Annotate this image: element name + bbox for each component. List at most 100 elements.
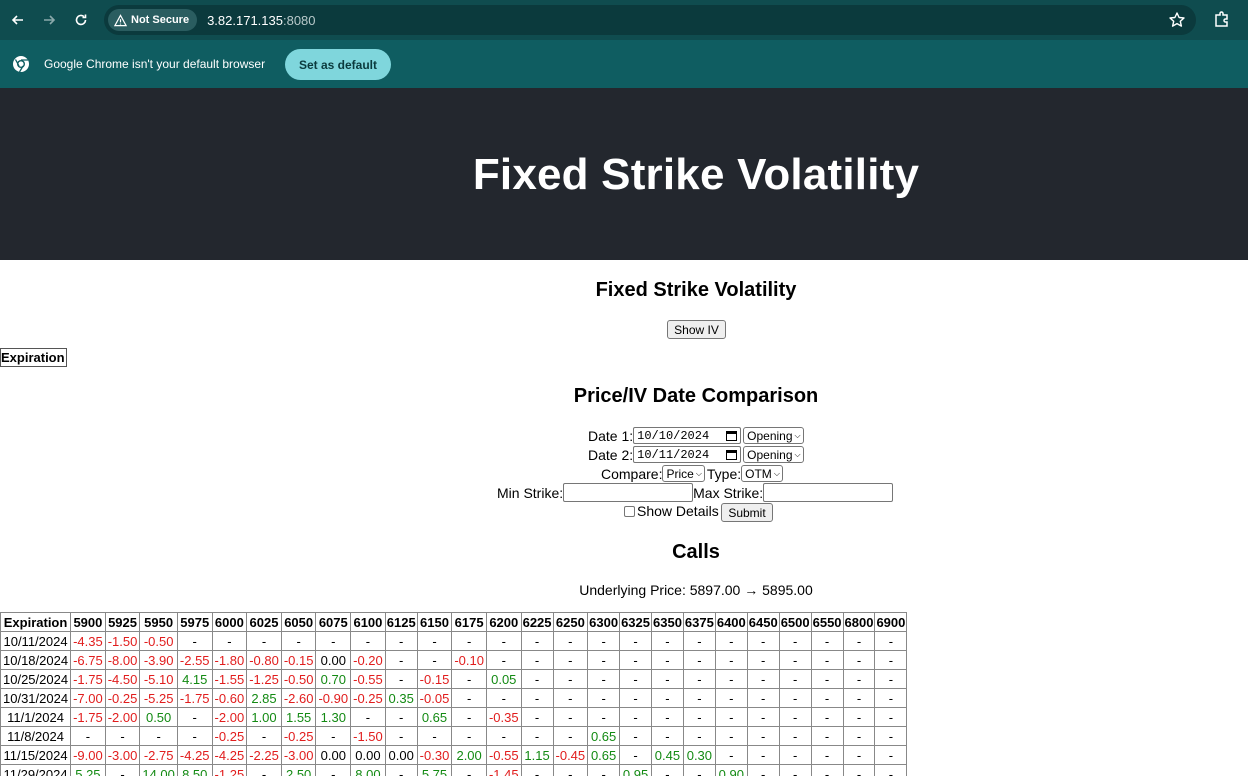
value-cell: - bbox=[552, 688, 589, 708]
column-header-strike[interactable]: 6450 bbox=[746, 612, 780, 632]
value-cell: - bbox=[682, 631, 716, 651]
column-header-strike[interactable]: 6300 bbox=[587, 612, 621, 632]
value-cell: 0.65 bbox=[416, 707, 453, 727]
value-cell: - bbox=[451, 764, 487, 776]
address-bar[interactable]: Not Secure 3.82.171.135:8080 bbox=[104, 5, 1196, 35]
show-iv-button[interactable]: Show IV bbox=[667, 320, 726, 339]
column-header-strike[interactable]: 6250 bbox=[552, 612, 589, 632]
column-header-strike[interactable]: 6100 bbox=[350, 612, 386, 632]
forward-icon[interactable] bbox=[38, 9, 60, 31]
column-header-strike[interactable]: 6025 bbox=[246, 612, 282, 632]
value-cell: - bbox=[842, 764, 876, 776]
column-header-strike[interactable]: 6150 bbox=[416, 612, 453, 632]
date1-session-select[interactable]: Opening ⌵ bbox=[743, 427, 804, 444]
value-cell: - bbox=[520, 650, 554, 670]
column-header-strike[interactable]: 5950 bbox=[139, 612, 178, 632]
value-cell: - bbox=[810, 669, 844, 689]
value-cell: -0.50 bbox=[139, 631, 178, 651]
value-cell: - bbox=[778, 688, 812, 708]
value-cell: - bbox=[778, 726, 812, 746]
value-cell: - bbox=[714, 745, 748, 765]
column-header-strike[interactable]: 6325 bbox=[619, 612, 652, 632]
value-cell: 14.00 bbox=[139, 764, 178, 776]
value-cell: - bbox=[682, 669, 716, 689]
value-cell: - bbox=[874, 669, 908, 689]
value-cell: - bbox=[874, 707, 908, 727]
column-header-strike[interactable]: 6075 bbox=[315, 612, 352, 632]
column-header-strike[interactable]: 6125 bbox=[384, 612, 418, 632]
max-strike-input[interactable] bbox=[763, 483, 894, 502]
bookmark-star-icon[interactable] bbox=[1168, 11, 1186, 29]
value-cell: - bbox=[416, 631, 453, 651]
value-cell: - bbox=[746, 650, 780, 670]
value-cell: - bbox=[714, 650, 748, 670]
submit-button[interactable]: Submit bbox=[721, 503, 773, 522]
min-strike-input[interactable] bbox=[563, 483, 694, 502]
value-cell: - bbox=[842, 650, 876, 670]
reload-icon[interactable] bbox=[70, 9, 92, 31]
expiration-header[interactable]: Expiration bbox=[0, 348, 67, 367]
value-cell: - bbox=[416, 726, 453, 746]
compare-row: Compare: Price ⌵ Type: OTM ⌵ bbox=[601, 465, 783, 482]
value-cell: - bbox=[651, 669, 684, 689]
value-cell: - bbox=[619, 650, 652, 670]
column-header-strike[interactable]: 6175 bbox=[451, 612, 487, 632]
type-label: Type: bbox=[706, 465, 742, 482]
calls-table: Expiration 5900 5925 5950 5975 6000 6025 6050 60… bbox=[0, 612, 908, 776]
date1-input[interactable]: 10/10/2024 bbox=[633, 427, 742, 444]
column-header-strike[interactable]: 6000 bbox=[211, 612, 248, 632]
column-header-strike[interactable]: 6225 bbox=[520, 612, 554, 632]
expiration-cell: 10/11/2024 bbox=[0, 631, 72, 651]
column-header-strike[interactable]: 6900 bbox=[874, 612, 908, 632]
set-as-default-button[interactable]: Set as default bbox=[285, 49, 391, 80]
table-row: 11/8/2024- - - - -0.25- -0.25- -1.50- - - - - -0.65… bbox=[0, 726, 908, 746]
column-header-expiration[interactable]: Expiration bbox=[0, 612, 72, 632]
section-title: Fixed Strike Volatility bbox=[595, 279, 797, 301]
column-header-strike[interactable]: 5975 bbox=[176, 612, 213, 632]
value-cell: -0.50 bbox=[280, 669, 317, 689]
value-cell: 1.15 bbox=[520, 745, 554, 765]
value-cell: - bbox=[874, 631, 908, 651]
warning-icon bbox=[114, 13, 127, 26]
value-cell: - bbox=[246, 726, 282, 746]
compare-select[interactable]: Price ⌵ bbox=[662, 465, 705, 482]
column-header-strike[interactable]: 6550 bbox=[810, 612, 844, 632]
extensions-icon[interactable] bbox=[1212, 9, 1232, 29]
expiration-cell: 11/1/2024 bbox=[0, 707, 72, 727]
column-header-strike[interactable]: 6200 bbox=[485, 612, 522, 632]
type-select[interactable]: OTM ⌵ bbox=[741, 465, 783, 482]
value-cell: - bbox=[619, 688, 652, 708]
column-header-strike[interactable]: 6400 bbox=[714, 612, 748, 632]
column-header-strike[interactable]: 5925 bbox=[104, 612, 141, 632]
value-cell: - bbox=[714, 688, 748, 708]
security-chip[interactable]: Not Secure bbox=[108, 9, 198, 31]
date1-label: Date 1: bbox=[588, 427, 634, 444]
value-cell: -0.45 bbox=[552, 745, 589, 765]
value-cell: - bbox=[587, 688, 621, 708]
back-icon[interactable] bbox=[7, 9, 29, 31]
date2-value: 10/11/2024 bbox=[637, 447, 710, 462]
value-cell: - bbox=[350, 631, 386, 651]
column-header-strike[interactable]: 6350 bbox=[651, 612, 684, 632]
value-cell: - bbox=[842, 707, 876, 727]
column-header-strike[interactable]: 6500 bbox=[778, 612, 812, 632]
value-cell: - bbox=[682, 726, 716, 746]
column-header-strike[interactable]: 6375 bbox=[682, 612, 716, 632]
value-cell: - bbox=[651, 707, 684, 727]
column-header-strike[interactable]: 6050 bbox=[280, 612, 317, 632]
column-header-strike[interactable]: 6800 bbox=[842, 612, 876, 632]
date2-input[interactable]: 10/11/2024 bbox=[633, 446, 742, 463]
column-header-strike[interactable]: 5900 bbox=[70, 612, 106, 632]
value-cell: - bbox=[520, 764, 554, 776]
url-host: 3.82.171.135 bbox=[207, 12, 283, 28]
table-row: 11/15/2024 -9.00 -3.00 -2.75 -4.25 -4.25 -2.25… bbox=[0, 745, 908, 765]
value-cell: - bbox=[619, 669, 652, 689]
value-cell: -3.00 bbox=[280, 745, 317, 765]
value-cell: 0.45 bbox=[651, 745, 684, 765]
date2-session-select[interactable]: Opening ⌵ bbox=[743, 446, 804, 463]
value-cell: -0.20 bbox=[350, 650, 386, 670]
value-cell: - bbox=[587, 707, 621, 727]
value-cell: - bbox=[810, 726, 844, 746]
show-details-checkbox[interactable] bbox=[624, 505, 635, 517]
date1-value: 10/10/2024 bbox=[637, 428, 710, 443]
